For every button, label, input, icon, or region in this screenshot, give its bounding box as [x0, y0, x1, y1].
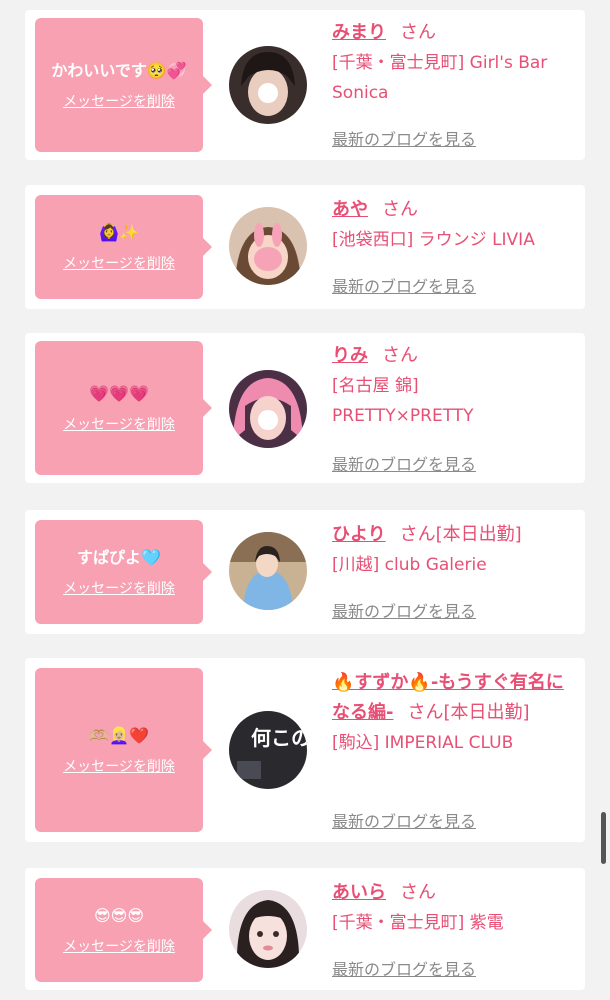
message-text: 💗💗💗	[89, 384, 149, 403]
shop-info: [千葉・富士見町] 紫電	[332, 913, 504, 933]
message-bubble: 🙆‍♀️✨ メッセージを削除	[35, 195, 212, 299]
shop-info: [千葉・富士見町] Girl's Bar Sonica	[332, 53, 548, 103]
favorite-card: 🫶🏼👱🏼‍♀️❤️ メッセージを削除 何この子? 🔥すずか🔥-もうすぐ有名になる…	[25, 658, 585, 842]
delete-message-link[interactable]: メッセージを削除	[63, 91, 175, 111]
avatar[interactable]: 何この子?	[229, 711, 307, 789]
favorite-card: 🙆‍♀️✨ メッセージを削除 あや さん [池袋西口] ラウンジ LIVIA 最新…	[25, 185, 585, 309]
favorite-card: 💗💗💗 メッセージを削除 りみ さん [名古屋 錦] PRETTY×PRETTY …	[25, 333, 585, 483]
shop-info: [名古屋 錦] PRETTY×PRETTY	[332, 376, 474, 426]
message-text: かわいいです🥺💞	[51, 61, 187, 80]
message-bubble: すぱぴよ🩵 メッセージを削除	[35, 520, 212, 624]
cast-info: りみ さん [名古屋 錦] PRETTY×PRETTY	[332, 341, 580, 431]
avatar[interactable]	[229, 46, 307, 124]
favorite-card: かわいいです🥺💞 メッセージを削除 みまり さん [千葉・富士見町] Girl's…	[25, 10, 585, 160]
avatar-placeholder-icon: 何この子?	[229, 711, 307, 789]
delete-message-link[interactable]: メッセージを削除	[63, 578, 175, 598]
status-tag: [本日出勤]	[443, 702, 530, 723]
name-line: みまり さん	[332, 18, 580, 48]
honorific: さん	[382, 199, 418, 220]
cast-info: みまり さん [千葉・富士見町] Girl's Bar Sonica	[332, 18, 580, 108]
avatar-text: 何この子?	[251, 726, 307, 750]
honorific: さん	[400, 22, 436, 43]
message-bubble: 😎😎😎 メッセージを削除	[35, 878, 212, 982]
favorite-card: すぱぴよ🩵 メッセージを削除 ひより さん[本日出勤] [川越] club Gal…	[25, 510, 585, 634]
message-text: すぱぴよ🩵	[77, 548, 161, 567]
scrollbar[interactable]	[601, 812, 606, 864]
shop-info: [駒込] IMPERIAL CLUB	[332, 733, 514, 753]
name-line: りみ さん	[332, 341, 580, 371]
cast-name-link[interactable]: あや	[332, 199, 368, 220]
latest-blog-link[interactable]: 最新のブログを見る	[332, 451, 476, 475]
cast-name-link[interactable]: ひより	[332, 524, 386, 545]
avatar[interactable]	[229, 890, 307, 968]
latest-blog-link[interactable]: 最新のブログを見る	[332, 808, 476, 832]
name-line: ひより さん[本日出勤]	[332, 520, 580, 550]
avatar-photo-icon	[229, 532, 307, 610]
message-bubble: 💗💗💗 メッセージを削除	[35, 341, 212, 475]
shop-info: [池袋西口] ラウンジ LIVIA	[332, 230, 535, 250]
latest-blog-link[interactable]: 最新のブログを見る	[332, 273, 476, 297]
message-bubble: かわいいです🥺💞 メッセージを削除	[35, 18, 212, 152]
cast-info: あや さん [池袋西口] ラウンジ LIVIA	[332, 195, 580, 255]
honorific: さん	[399, 524, 436, 545]
avatar[interactable]	[229, 370, 307, 448]
honorific: さん	[382, 345, 418, 366]
delete-message-link[interactable]: メッセージを削除	[63, 253, 175, 273]
cast-info: あいら さん [千葉・富士見町] 紫電	[332, 878, 580, 938]
shop-info: [川越] club Galerie	[332, 555, 487, 575]
avatar-photo-icon	[229, 46, 307, 124]
avatar-photo-icon	[229, 890, 307, 968]
latest-blog-link[interactable]: 最新のブログを見る	[332, 126, 476, 150]
cast-info: 🔥すずか🔥-もうすぐ有名になる編- さん[本日出勤] [駒込] IMPERIAL …	[332, 668, 580, 758]
avatar-photo-icon	[229, 207, 307, 285]
message-text: 🫶🏼👱🏼‍♀️❤️	[89, 726, 149, 745]
avatar[interactable]	[229, 207, 307, 285]
avatar-photo-icon	[229, 370, 307, 448]
delete-message-link[interactable]: メッセージを削除	[63, 756, 175, 776]
status-tag: [本日出勤]	[435, 524, 522, 545]
message-text: 🙆‍♀️✨	[99, 223, 139, 242]
name-line: 🔥すずか🔥-もうすぐ有名になる編- さん[本日出勤]	[332, 668, 580, 728]
honorific: さん	[407, 702, 444, 723]
cast-name-link[interactable]: あいら	[332, 882, 386, 903]
favorite-card: 😎😎😎 メッセージを削除 あいら さん [千葉・富士見町] 紫電 最新のブログを見…	[25, 868, 585, 990]
cast-name-link[interactable]: りみ	[332, 345, 368, 366]
cast-name-link[interactable]: みまり	[332, 22, 386, 43]
avatar[interactable]	[229, 532, 307, 610]
message-text: 😎😎😎	[93, 906, 145, 925]
name-line: あいら さん	[332, 878, 580, 908]
latest-blog-link[interactable]: 最新のブログを見る	[332, 956, 476, 980]
honorific: さん	[400, 882, 436, 903]
delete-message-link[interactable]: メッセージを削除	[63, 414, 175, 434]
name-line: あや さん	[332, 195, 580, 225]
cast-info: ひより さん[本日出勤] [川越] club Galerie	[332, 520, 580, 580]
delete-message-link[interactable]: メッセージを削除	[63, 936, 175, 956]
message-bubble: 🫶🏼👱🏼‍♀️❤️ メッセージを削除	[35, 668, 212, 832]
latest-blog-link[interactable]: 最新のブログを見る	[332, 598, 476, 622]
